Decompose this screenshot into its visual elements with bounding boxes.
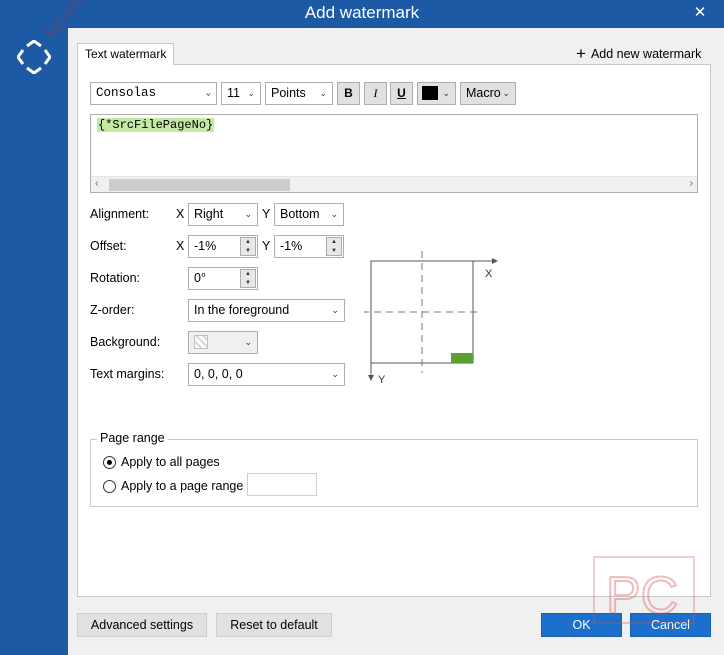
chevron-down-icon: ⌄ xyxy=(442,88,450,98)
font-value: Consolas xyxy=(96,86,157,100)
italic-button[interactable]: I xyxy=(364,82,387,105)
unit-value: Points xyxy=(271,86,306,100)
text-margins-value: 0, 0, 0, 0 xyxy=(194,367,243,381)
chevron-down-icon: ⌄ xyxy=(244,209,252,219)
pc-logo-overlay: PC xyxy=(593,556,695,625)
advanced-settings-button[interactable]: Advanced settings xyxy=(77,613,207,637)
spin-up-icon[interactable]: ▲ xyxy=(241,238,255,247)
zorder-value: In the foreground xyxy=(194,303,290,317)
position-diagram: X Y xyxy=(364,251,498,386)
underline-button[interactable]: U xyxy=(390,82,413,105)
offset-y-spin: ▲ ▼ xyxy=(326,237,342,256)
color-swatch xyxy=(422,86,438,100)
chevron-down-icon: ⌄ xyxy=(330,209,338,219)
watermark-position-marker xyxy=(451,353,473,363)
apply-all-pages-radio[interactable] xyxy=(103,456,116,469)
scroll-left-icon[interactable]: ‹ xyxy=(95,178,98,189)
rotation-spin: ▲ ▼ xyxy=(240,269,256,288)
watermark-text: {*SrcFilePageNo} xyxy=(97,118,215,132)
tab-text-watermark[interactable]: Text watermark xyxy=(77,43,175,65)
apply-all-pages-label[interactable]: Apply to all pages xyxy=(121,455,220,469)
apply-page-range-radio[interactable] xyxy=(103,480,116,493)
alignment-label: Alignment: xyxy=(90,207,150,221)
rotation-label: Rotation: xyxy=(90,271,141,285)
zorder-select[interactable]: In the foreground ⌄ xyxy=(188,299,345,322)
zorder-label: Z-order: xyxy=(90,303,135,317)
scroll-right-icon[interactable]: › xyxy=(690,178,693,189)
chevron-down-icon: ⌄ xyxy=(331,305,339,315)
pc-logo-text: PC xyxy=(606,567,678,625)
transparent-swatch-icon xyxy=(194,335,208,349)
rotation-stepper[interactable]: 0° ▲ ▼ xyxy=(188,267,258,290)
watermark-panel: Consolas ⌄ 11 ⌄ Points ⌄ B I U ⌄ Macro ⌄… xyxy=(77,64,711,597)
bold-button[interactable]: B xyxy=(337,82,360,105)
background-label: Background: xyxy=(90,335,161,349)
font-size-value: 11 xyxy=(227,86,240,100)
chevron-down-icon: ⌄ xyxy=(247,88,255,98)
macro-label: Macro xyxy=(466,86,501,100)
offset-label: Offset: xyxy=(90,239,127,253)
chevron-down-icon: ⌄ xyxy=(319,88,327,98)
spin-down-icon[interactable]: ▼ xyxy=(241,279,255,288)
spin-up-icon[interactable]: ▲ xyxy=(241,270,255,279)
diagram-y-label: Y xyxy=(378,374,386,386)
apply-page-range-label[interactable]: Apply to a page range xyxy=(121,479,243,493)
page-range-legend: Page range xyxy=(97,431,168,445)
watermark-logo-icon xyxy=(17,40,51,74)
chevron-down-icon: ⌄ xyxy=(331,369,339,379)
diagram-x-label: X xyxy=(485,268,493,280)
font-select[interactable]: Consolas ⌄ xyxy=(90,82,217,105)
add-new-watermark-label: Add new watermark xyxy=(590,47,702,61)
close-icon[interactable]: ✕ xyxy=(692,5,708,21)
window-title: Add watermark xyxy=(304,3,420,22)
text-margins-label: Text margins: xyxy=(90,367,165,381)
alignment-y-value: Bottom xyxy=(280,207,320,221)
offset-x-value: -1% xyxy=(194,239,217,253)
macro-button[interactable]: Macro ⌄ xyxy=(460,82,516,105)
spin-down-icon[interactable]: ▼ xyxy=(241,247,255,256)
background-select[interactable]: ⌄ xyxy=(188,331,258,354)
chevron-down-icon: ⌄ xyxy=(244,337,252,347)
page-range-input[interactable] xyxy=(247,473,317,496)
offset-x-stepper[interactable]: -1% ▲ ▼ xyxy=(188,235,258,258)
text-margins-select[interactable]: 0, 0, 0, 0 ⌄ xyxy=(188,363,345,386)
spin-down-icon[interactable]: ▼ xyxy=(327,247,341,256)
offset-y-stepper[interactable]: -1% ▲ ▼ xyxy=(274,235,344,258)
rotation-value: 0° xyxy=(194,271,206,285)
chevron-down-icon: ⌄ xyxy=(205,88,211,98)
offset-x-spin: ▲ ▼ xyxy=(240,237,256,256)
chevron-down-icon: ⌄ xyxy=(502,88,510,98)
reset-to-default-button[interactable]: Reset to default xyxy=(216,613,332,637)
alignment-x-value: Right xyxy=(194,207,224,221)
spin-up-icon[interactable]: ▲ xyxy=(327,238,341,247)
color-picker[interactable]: ⌄ xyxy=(417,82,456,105)
alignment-x-label: X xyxy=(176,207,185,221)
scrollbar-thumb[interactable] xyxy=(109,179,290,191)
page-range-group: Page range Apply to all pages Apply to a… xyxy=(90,431,698,507)
plus-icon: + xyxy=(576,44,586,63)
alignment-y-label: Y xyxy=(262,207,271,221)
title-bar: Add watermark ✕ xyxy=(0,0,724,28)
watermark-text-editor[interactable]: {*SrcFilePageNo} ‹ › xyxy=(90,114,698,193)
offset-y-value: -1% xyxy=(280,239,303,253)
font-size-select[interactable]: 11 ⌄ xyxy=(221,82,261,105)
offset-y-label: Y xyxy=(262,239,271,253)
alignment-y-select[interactable]: Bottom ⌄ xyxy=(274,203,344,226)
alignment-x-select[interactable]: Right ⌄ xyxy=(188,203,258,226)
offset-x-label: X xyxy=(176,239,185,253)
sidebar xyxy=(0,28,68,655)
add-new-watermark-button[interactable]: + Add new watermark xyxy=(576,45,701,63)
unit-select[interactable]: Points ⌄ xyxy=(265,82,333,105)
horizontal-scrollbar[interactable]: ‹ › xyxy=(91,176,697,192)
